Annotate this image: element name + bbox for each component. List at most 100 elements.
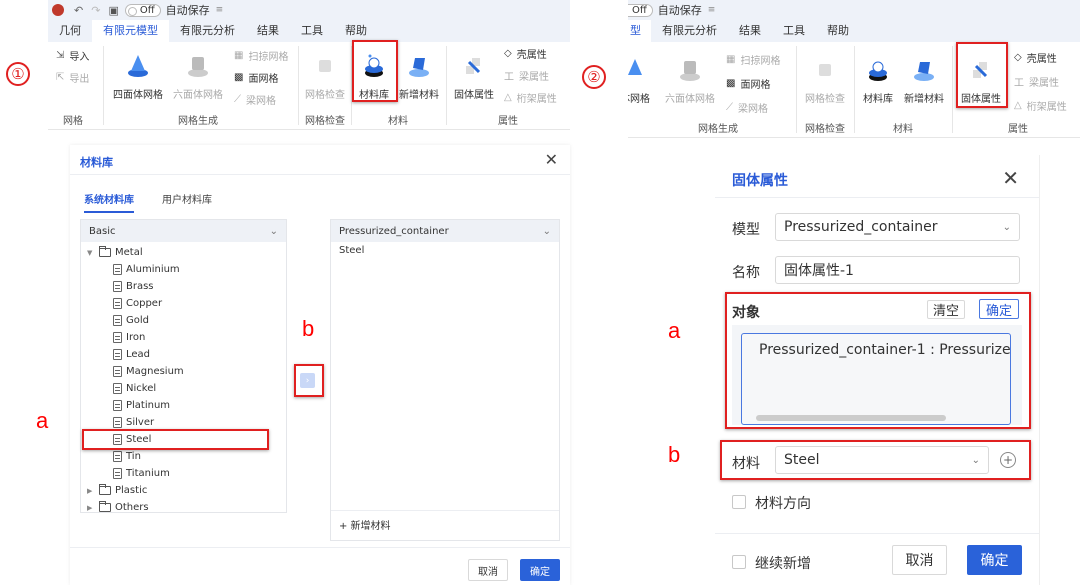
autosave-label: 自动保存 xyxy=(657,4,702,17)
customize-icon[interactable]: ≡ xyxy=(708,5,716,15)
sweep-mesh-button[interactable]: ▦ 扫掠网格 xyxy=(726,52,780,67)
separator xyxy=(796,46,797,133)
surface-mesh-button[interactable]: ▩ 面网格 xyxy=(726,76,770,91)
tree-node-material[interactable]: Brass xyxy=(87,278,286,295)
shell-property-button[interactable]: ◇ 壳属性 xyxy=(504,46,547,61)
material-library-button[interactable]: 材料库 xyxy=(858,50,898,105)
beam-mesh-button[interactable]: ⟋ 梁网格 xyxy=(726,100,768,115)
autosave-label: 自动保存 xyxy=(165,4,210,17)
tree-node-others[interactable]: ▶ Others xyxy=(87,499,286,516)
new-material-button[interactable]: 新增材料 xyxy=(900,50,948,105)
marker-a-right: a xyxy=(668,318,681,343)
tree-node-material[interactable]: Nickel xyxy=(87,380,286,397)
beam-property-button[interactable]: 工梁属性 xyxy=(504,68,549,83)
solid-property-button[interactable]: 固体属性 xyxy=(450,46,498,101)
tab-help[interactable]: 帮助 xyxy=(816,20,860,42)
autosave-toggle[interactable]: Off xyxy=(124,3,161,17)
tree-node-material[interactable]: Lead xyxy=(87,346,286,363)
library-dropdown[interactable]: Basic ⌄ xyxy=(81,220,286,242)
tab-fe-model[interactable]: 型 xyxy=(628,20,651,42)
customize-icon[interactable]: ≡ xyxy=(216,5,224,15)
surface-mesh-button[interactable]: ▩ 面网格 xyxy=(234,70,278,85)
tab-fe-analysis[interactable]: 有限元分析 xyxy=(169,20,246,42)
hex-mesh-button[interactable]: 六面体网格 xyxy=(170,46,226,101)
file-icon xyxy=(113,315,122,326)
material-name: Titanium xyxy=(126,468,170,479)
cancel-button[interactable]: 取消 xyxy=(892,545,947,575)
model-material-item[interactable]: Steel xyxy=(331,242,559,259)
tet-mesh-button[interactable]: 四面体网格 xyxy=(110,46,166,101)
tet-mesh-button[interactable]: 体网格 xyxy=(628,50,658,105)
ok-button[interactable]: 确定 xyxy=(967,545,1022,575)
undo-icon[interactable]: ↶ xyxy=(74,4,83,17)
tab-tools[interactable]: 工具 xyxy=(772,20,816,42)
material-library-icon xyxy=(869,61,887,81)
beam-mesh-icon: ⟋ xyxy=(726,102,733,113)
tab-fe-model[interactable]: 有限元模型 xyxy=(92,20,169,42)
beam-mesh-button[interactable]: ⟋ 梁网格 xyxy=(234,92,276,107)
beam-property-button[interactable]: 工梁属性 xyxy=(1014,74,1059,89)
chevron-down-icon: ⌄ xyxy=(269,225,278,237)
tree-node-material[interactable]: Titanium xyxy=(87,465,286,482)
tet-mesh-icon xyxy=(128,55,148,77)
tree-node-material[interactable]: Iron xyxy=(87,329,286,346)
separator xyxy=(854,46,855,133)
redo-icon[interactable]: ↷ xyxy=(91,4,100,17)
tree-node-metal[interactable]: ▼ Metal xyxy=(87,244,286,261)
close-icon[interactable]: ✕ xyxy=(545,150,558,169)
cancel-button[interactable]: 取消 xyxy=(468,559,508,581)
tab-user-library[interactable]: 用户材料库 xyxy=(162,191,212,206)
import-button[interactable]: ⇲ 导入 xyxy=(56,48,89,63)
export-button[interactable]: ⇱ 导出 xyxy=(56,70,89,85)
tree-node-material[interactable]: Copper xyxy=(87,295,286,312)
model-select[interactable]: Pressurized_container ⌄ xyxy=(775,213,1020,241)
mesh-check-button[interactable]: 网格检查 xyxy=(302,46,348,101)
system-material-panel: Basic ⌄ ▼ Metal Aluminium Brass Copper Gold Ir… xyxy=(80,219,287,513)
tree-node-material[interactable]: Tin xyxy=(87,448,286,465)
tree-node-material[interactable]: Magnesium xyxy=(87,363,286,380)
save-icon[interactable]: ▣ xyxy=(108,4,118,17)
sweep-mesh-icon: ▦ xyxy=(234,50,244,61)
mesh-check-icon xyxy=(819,64,831,76)
quick-access-bar: Off 自动保存 ≡ xyxy=(628,0,1080,20)
mesh-check-icon xyxy=(319,60,331,72)
ribbon-2: Off 自动保存 ≡ 型 有限元分析 结果 工具 帮助 体网格 六面体网格 ▦扫… xyxy=(628,0,1080,138)
autosave-toggle[interactable]: Off xyxy=(628,3,653,17)
beam-mesh-icon: ⟋ xyxy=(234,94,241,105)
shell-property-button[interactable]: ◇ 壳属性 xyxy=(1014,50,1057,65)
separator xyxy=(298,46,299,125)
close-icon[interactable]: ✕ xyxy=(1002,166,1019,190)
tab-help[interactable]: 帮助 xyxy=(334,20,378,42)
tab-tools[interactable]: 工具 xyxy=(290,20,334,42)
ok-button[interactable]: 确定 xyxy=(520,559,560,581)
continue-add-checkbox[interactable] xyxy=(732,555,746,569)
divider xyxy=(70,547,570,548)
tree-node-plastic[interactable]: ▶ Plastic xyxy=(87,482,286,499)
material-direction-checkbox[interactable] xyxy=(732,495,746,509)
sweep-mesh-button[interactable]: ▦ 扫掠网格 xyxy=(234,48,288,63)
hex-mesh-button[interactable]: 六面体网格 xyxy=(662,50,718,105)
model-dropdown[interactable]: Pressurized_container ⌄ xyxy=(331,220,559,242)
ribbon-body: 体网格 六面体网格 ▦扫掠网格 ▩面网格 ⟋梁网格 网格生成 网格检查 网格检查… xyxy=(628,42,1080,137)
tab-geometry[interactable]: 几何 xyxy=(48,20,92,42)
tree-node-material[interactable]: Gold xyxy=(87,312,286,329)
tab-fe-analysis[interactable]: 有限元分析 xyxy=(651,20,728,42)
file-icon xyxy=(113,451,122,462)
tree-node-material[interactable]: Platinum xyxy=(87,397,286,414)
tab-system-library[interactable]: 系统材料库 xyxy=(84,191,134,213)
group-label-material: 材料 xyxy=(893,124,913,135)
truss-icon: △ xyxy=(1014,100,1022,111)
separator xyxy=(103,46,104,125)
new-material-icon xyxy=(914,62,934,81)
name-input[interactable]: 固体属性-1 xyxy=(775,256,1020,284)
tab-results[interactable]: 结果 xyxy=(728,20,772,42)
tab-results[interactable]: 结果 xyxy=(246,20,290,42)
truss-property-button[interactable]: △ 桁架属性 xyxy=(1014,98,1067,113)
mesh-check-button[interactable]: 网格检查 xyxy=(800,50,850,105)
truss-property-button[interactable]: △ 桁架属性 xyxy=(504,90,557,105)
shell-icon: ◇ xyxy=(1014,52,1022,63)
new-material-button[interactable]: 新增材料 xyxy=(396,46,442,101)
add-material-link[interactable]: + 新增材料 xyxy=(339,517,391,532)
tree-node-material[interactable]: Aluminium xyxy=(87,261,286,278)
material-name: Silver xyxy=(126,417,155,428)
